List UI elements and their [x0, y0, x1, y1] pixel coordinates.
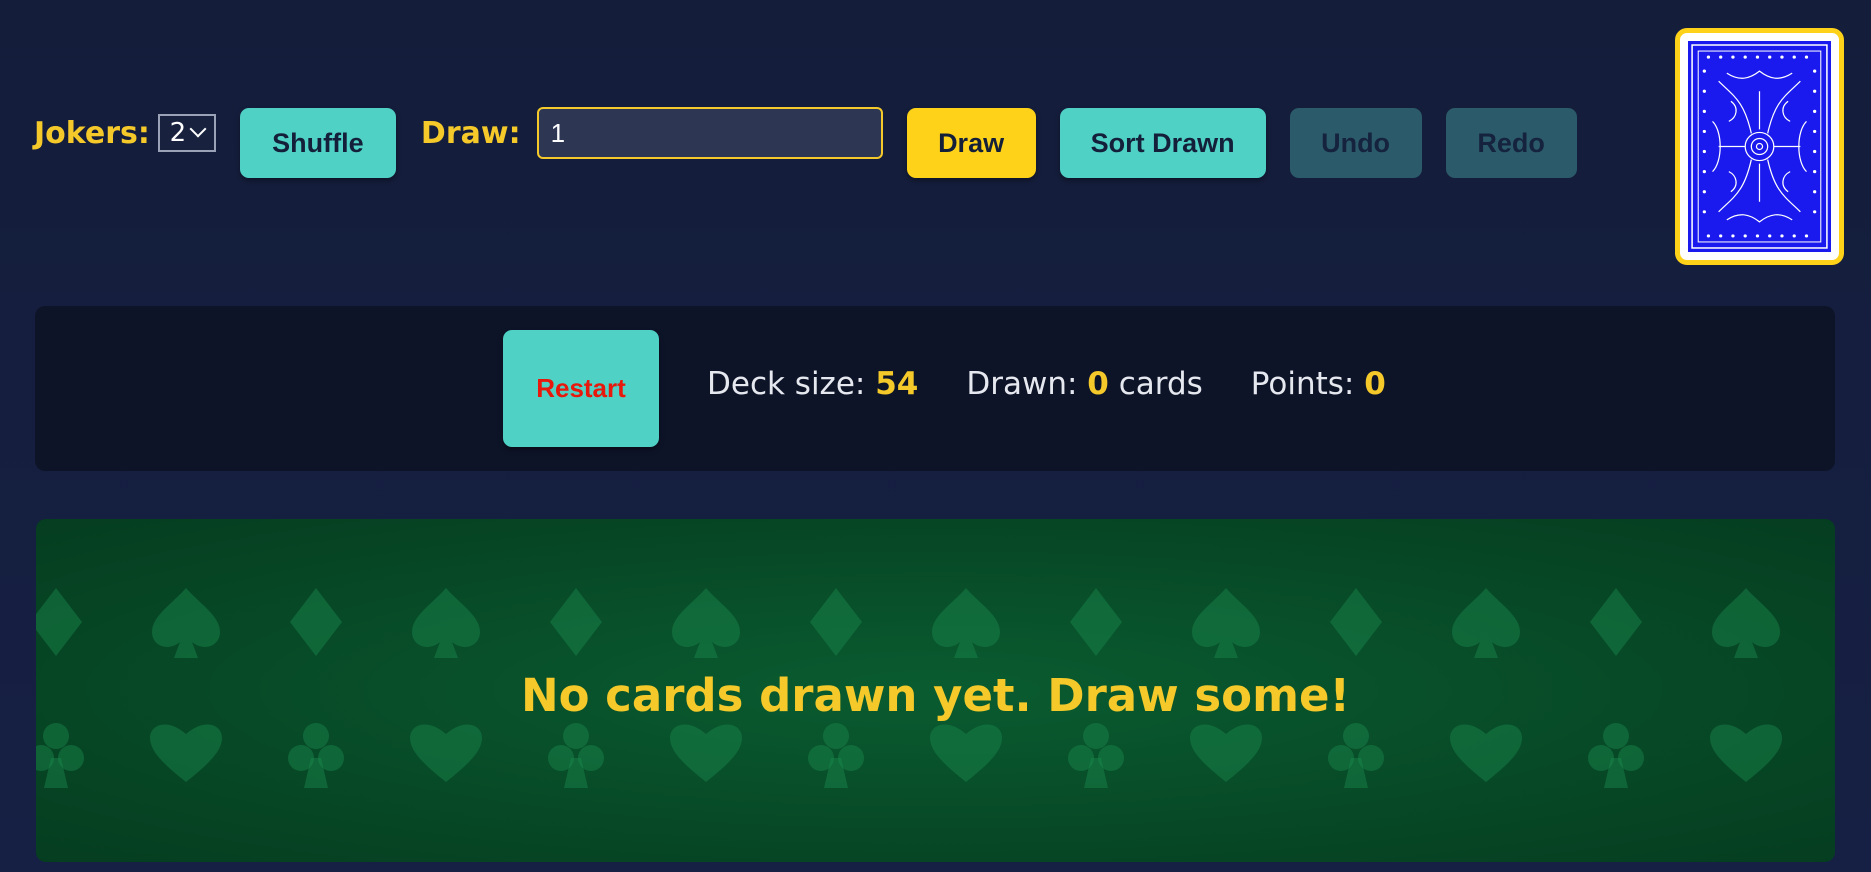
status-panel: Restart Deck size: 54 Drawn: 0 cards Poi… [35, 306, 1835, 471]
points-label: Points: [1250, 366, 1355, 402]
jokers-select[interactable]: 2 [157, 114, 216, 152]
app-root: Jokers: 2 Shuffle Draw: Draw Sort Drawn … [0, 0, 1871, 872]
draw-button[interactable]: Draw [906, 108, 1036, 178]
redo-button[interactable]: Redo [1445, 108, 1577, 178]
drawn-count-value: 0 [1087, 366, 1109, 402]
chevron-down-icon [189, 120, 207, 138]
toolbar: Jokers: 2 Shuffle Draw: Draw Sort Drawn … [34, 107, 1577, 178]
drawn-label: Drawn: [966, 366, 1078, 402]
deck-card-back[interactable] [1675, 28, 1844, 265]
deck-size-value: 54 [875, 366, 919, 402]
card-back-icon [1686, 39, 1833, 254]
stats-row: Deck size: 54 Drawn: 0 cards Points: 0 [707, 366, 1386, 402]
jokers-label: Jokers: [34, 115, 150, 151]
points-value: 0 [1364, 366, 1386, 402]
draw-count-input[interactable] [536, 107, 883, 159]
deck-size-label: Deck size: [707, 366, 866, 402]
sort-drawn-button[interactable]: Sort Drawn [1059, 108, 1266, 178]
undo-button[interactable]: Undo [1289, 108, 1422, 178]
card-table: No cards drawn yet. Draw some! [36, 519, 1835, 862]
jokers-select-value: 2 [169, 118, 187, 148]
draw-count-label: Draw: [420, 115, 521, 151]
drawn-suffix: cards [1118, 366, 1203, 402]
shuffle-button[interactable]: Shuffle [239, 108, 396, 178]
restart-button[interactable]: Restart [503, 330, 659, 447]
empty-table-message: No cards drawn yet. Draw some! [520, 669, 1351, 722]
